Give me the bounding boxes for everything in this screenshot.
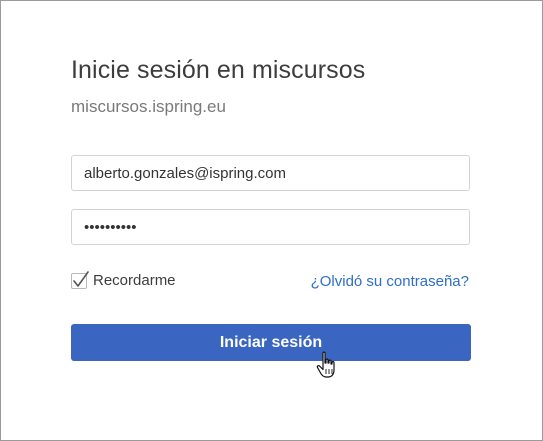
forgot-password-link[interactable]: ¿Olvidó su contraseña? (311, 273, 469, 290)
email-field[interactable] (71, 155, 470, 191)
sign-in-button[interactable]: Iniciar sesión (71, 324, 471, 361)
login-panel: Inicie sesión en miscursos miscursos.isp… (0, 0, 543, 441)
check-icon (73, 270, 89, 287)
remember-label: Recordarme (93, 272, 176, 289)
site-domain: miscursos.ispring.eu (71, 97, 226, 116)
remember-me[interactable]: Recordarme (71, 270, 176, 289)
hand-pointer-icon (316, 351, 335, 378)
page-title: Inicie sesión en miscursos (71, 56, 366, 84)
remember-checkbox[interactable] (71, 270, 89, 289)
password-field[interactable] (71, 209, 470, 245)
